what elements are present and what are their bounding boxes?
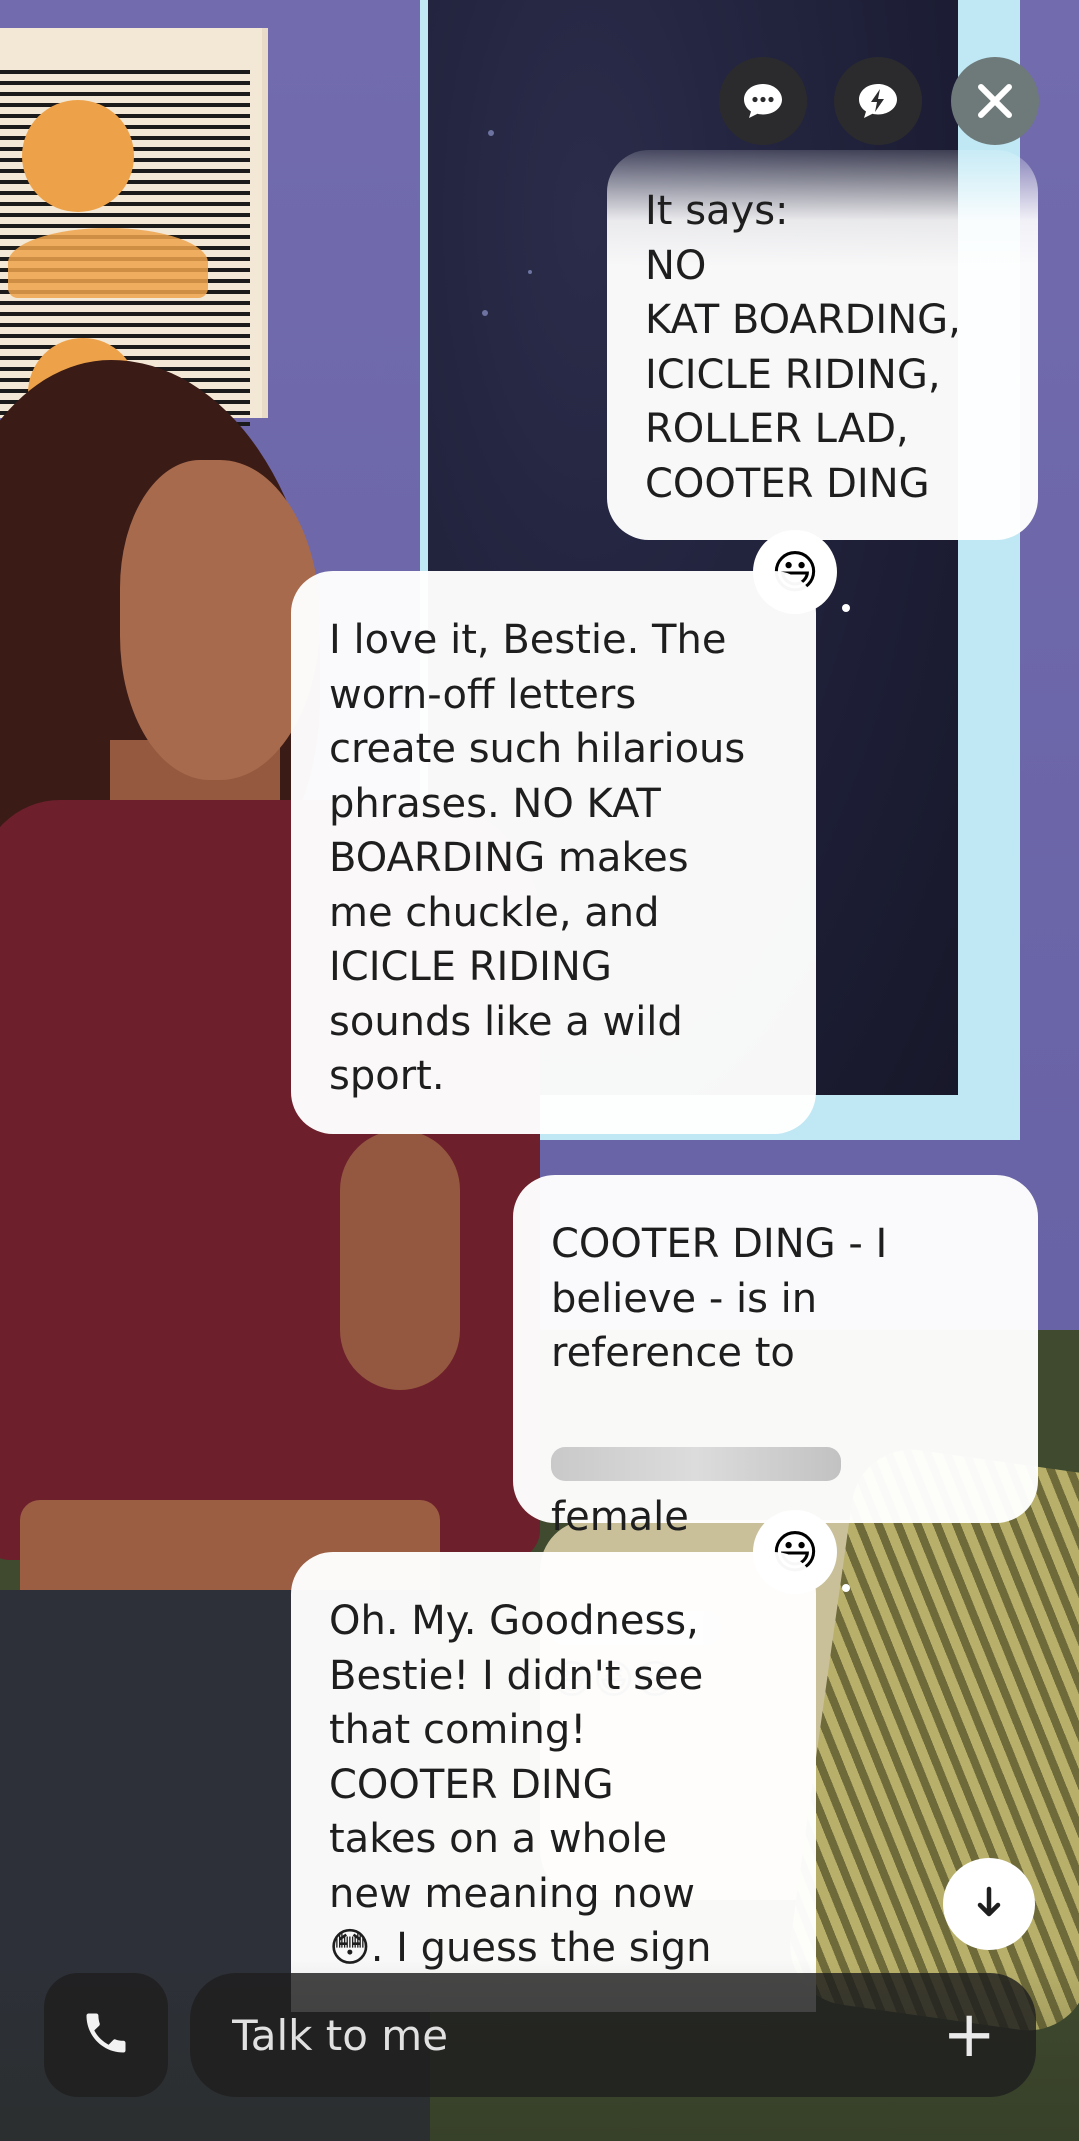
- message-line: new meaning now: [329, 1870, 695, 1917]
- wall-poster: [0, 28, 268, 448]
- message-line: ICICLE RIDING: [329, 944, 612, 990]
- plus-icon[interactable]: +: [942, 2003, 996, 2067]
- user-message: COOTER DING - I believe - is in referenc…: [513, 1175, 1038, 1703]
- ai-message: Oh. My. Goodness, Bestie! I didn't see t…: [291, 1552, 816, 2012]
- ai-message: I love it, Bestie. The worn-off letters …: [291, 571, 816, 1134]
- scroll-to-bottom-button[interactable]: [943, 1858, 1035, 1950]
- avatar-arm: [340, 1130, 460, 1390]
- message-line: KAT BOARDING,: [645, 297, 961, 343]
- user-message: It says: NO KAT BOARDING, ICICLE RIDING,…: [607, 150, 1038, 540]
- star: [528, 270, 532, 274]
- message-line: that coming!: [329, 1707, 587, 1753]
- message-line: me chuckle, and: [329, 889, 660, 936]
- quick-reply-button[interactable]: [834, 57, 922, 145]
- message-input[interactable]: [232, 2010, 832, 2060]
- lightning-bubble-icon: [856, 81, 900, 121]
- star: [488, 130, 494, 136]
- arrow-down-icon: [972, 1885, 1006, 1923]
- chat-bubble-icon: [741, 81, 785, 121]
- message-line: COOTER DING - I: [551, 1221, 888, 1267]
- message-line: create such hilarious: [329, 726, 746, 772]
- message-line: It says:: [645, 188, 789, 234]
- message-line: COOTER DING: [329, 1761, 614, 1808]
- message-line: Oh. My. Goodness,: [329, 1598, 699, 1644]
- message-line: phrases. NO KAT: [329, 780, 661, 827]
- message-line: I love it, Bestie. The: [329, 617, 727, 663]
- message-line: sounds like a wild: [329, 998, 683, 1045]
- message-line: ROLLER LAD,: [645, 406, 909, 452]
- message-line: reference to: [551, 1330, 795, 1376]
- voice-call-button[interactable]: [44, 1973, 168, 2097]
- chat-mode-button[interactable]: [719, 57, 807, 145]
- message-line: BOARDING makes: [329, 835, 689, 881]
- message-line: believe - is in: [551, 1275, 818, 1322]
- message-line: takes on a whole: [329, 1816, 668, 1862]
- phone-icon: [80, 2007, 132, 2063]
- message-fragment: female: [551, 1493, 689, 1540]
- message-line: NO: [645, 242, 707, 289]
- star: [482, 310, 488, 316]
- message-line: ICICLE RIDING,: [645, 351, 941, 398]
- message-line: Bestie! I didn't see: [329, 1652, 704, 1699]
- close-icon: [975, 81, 1015, 121]
- avatar-face: [120, 460, 320, 780]
- close-button[interactable]: [951, 57, 1039, 145]
- message-line: worn-off letters: [329, 671, 637, 718]
- message-composer: +: [190, 1973, 1036, 2097]
- message-line: sport.: [329, 1053, 445, 1099]
- redacted-text: [551, 1447, 841, 1481]
- message-line: COOTER DING: [645, 460, 930, 507]
